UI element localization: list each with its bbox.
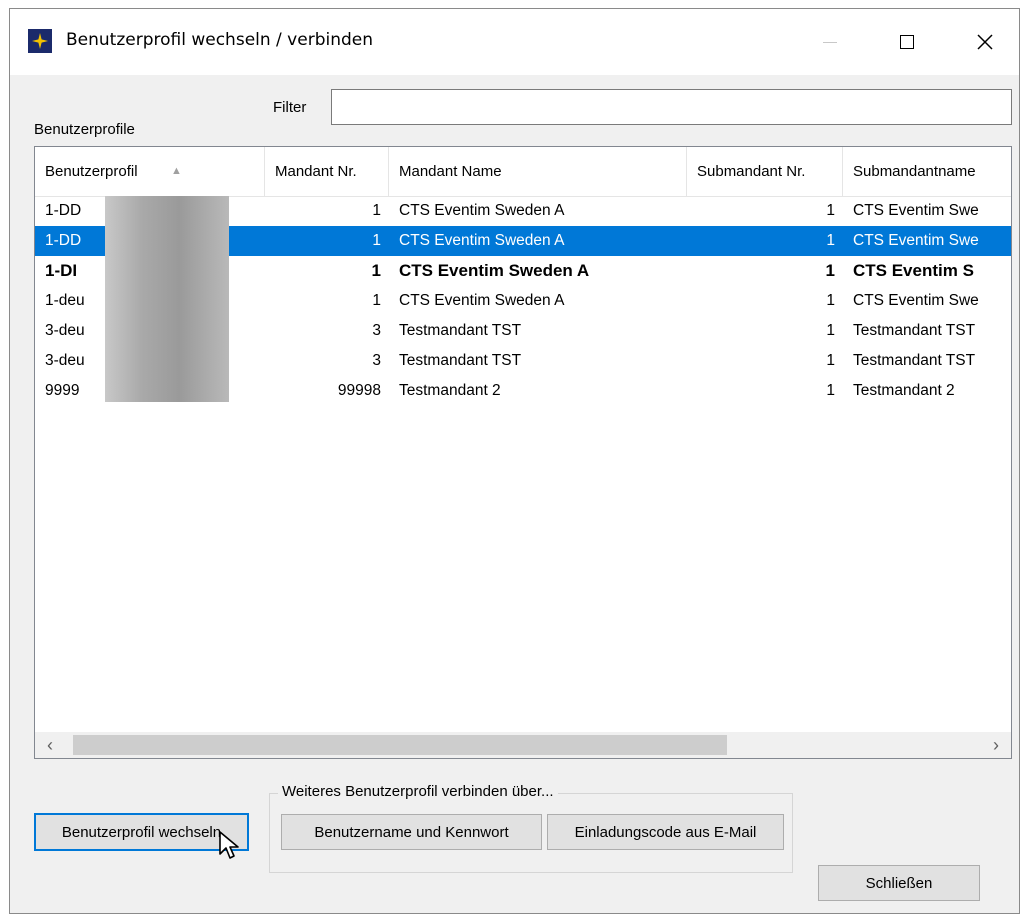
- filter-label: Filter: [273, 99, 307, 116]
- maximize-icon: [900, 35, 914, 49]
- cell-mandant-name: Testmandant 2: [399, 382, 501, 399]
- group-caption: Weiteres Benutzerprofil verbinden über..…: [278, 783, 558, 800]
- cell-mandant-name: CTS Eventim Sweden A: [399, 232, 565, 249]
- column-header-mandant-nr[interactable]: Mandant Nr.: [265, 147, 388, 196]
- cell-mandant-name: CTS Eventim Sweden A: [399, 202, 565, 219]
- cell-submandant-nr: 1: [826, 352, 835, 369]
- close-window-button[interactable]: [954, 9, 1016, 75]
- cell-mandant-nr: 3: [372, 322, 381, 339]
- scrollbar-thumb[interactable]: [73, 735, 727, 755]
- minimize-button[interactable]: [799, 9, 861, 75]
- horizontal-scrollbar[interactable]: ‹ ›: [35, 732, 1011, 758]
- cell-mandant-name: CTS Eventim Sweden A: [399, 261, 590, 280]
- cell-submandant-nr: 1: [826, 292, 835, 309]
- cell-submandant-nr: 1: [826, 382, 835, 399]
- window-title: Benutzerprofil wechseln / verbinden: [66, 30, 374, 50]
- cell-submandant-name: CTS Eventim Swe: [853, 232, 979, 249]
- cell-mandant-nr: 1: [372, 292, 381, 309]
- cell-submandant-name: Testmandant TST: [853, 352, 976, 369]
- cell-submandant-name: Testmandant 2: [853, 382, 955, 399]
- cell-submandant-name: CTS Eventim Swe: [853, 202, 979, 219]
- cell-mandant-nr: 1: [372, 202, 381, 219]
- cell-mandant-nr: 3: [372, 352, 381, 369]
- cell-submandant-name: CTS Eventim S: [853, 261, 974, 280]
- mouse-cursor-icon: [219, 831, 239, 859]
- app-star-icon: [28, 29, 52, 53]
- cell-mandant-name: Testmandant TST: [399, 352, 522, 369]
- redaction-blur: [105, 196, 229, 402]
- cell-mandant-name: CTS Eventim Sweden A: [399, 292, 565, 309]
- maximize-button[interactable]: [876, 9, 938, 75]
- cell-submandant-name: Testmandant TST: [853, 322, 976, 339]
- scroll-left-icon[interactable]: ‹: [35, 732, 65, 758]
- profile-list[interactable]: Benutzerprofil ▲ Mandant Nr. Mandant Nam…: [34, 146, 1012, 759]
- cell-submandant-nr: 1: [826, 322, 835, 339]
- login-credentials-button[interactable]: Benutzername und Kennwort: [281, 814, 542, 850]
- title-bar[interactable]: Benutzerprofil wechseln / verbinden: [10, 9, 1019, 75]
- scroll-right-icon[interactable]: ›: [981, 732, 1011, 758]
- invitation-code-button[interactable]: Einladungscode aus E-Mail: [547, 814, 784, 850]
- minimize-icon: [823, 41, 837, 43]
- cell-submandant-nr: 1: [826, 202, 835, 219]
- column-header-submandant-name[interactable]: Submandantname: [843, 147, 1011, 196]
- switch-profile-button[interactable]: Benutzerprofil wechseln: [34, 813, 249, 851]
- close-button[interactable]: Schließen: [818, 865, 980, 901]
- close-icon: [977, 34, 993, 50]
- cell-mandant-nr: 99998: [337, 382, 381, 399]
- cell-mandant-nr: 1: [371, 261, 381, 280]
- cell-submandant-name: CTS Eventim Swe: [853, 292, 979, 309]
- cell-mandant-nr: 1: [372, 232, 381, 249]
- profiles-label: Benutzerprofile: [34, 121, 135, 138]
- cell-submandant-nr: 1: [825, 261, 835, 280]
- cell-mandant-name: Testmandant TST: [399, 322, 522, 339]
- filter-input[interactable]: [331, 89, 1012, 125]
- cell-submandant-nr: 1: [826, 232, 835, 249]
- column-header-mandant-name[interactable]: Mandant Name: [389, 147, 686, 196]
- list-header: Benutzerprofil ▲ Mandant Nr. Mandant Nam…: [35, 147, 1011, 197]
- sort-ascending-icon: ▲: [171, 165, 182, 177]
- dialog-window: Benutzerprofil wechseln / verbinden Filt…: [9, 8, 1020, 914]
- column-header-profile[interactable]: Benutzerprofil ▲: [35, 147, 264, 196]
- column-header-submandant-nr[interactable]: Submandant Nr.: [687, 147, 842, 196]
